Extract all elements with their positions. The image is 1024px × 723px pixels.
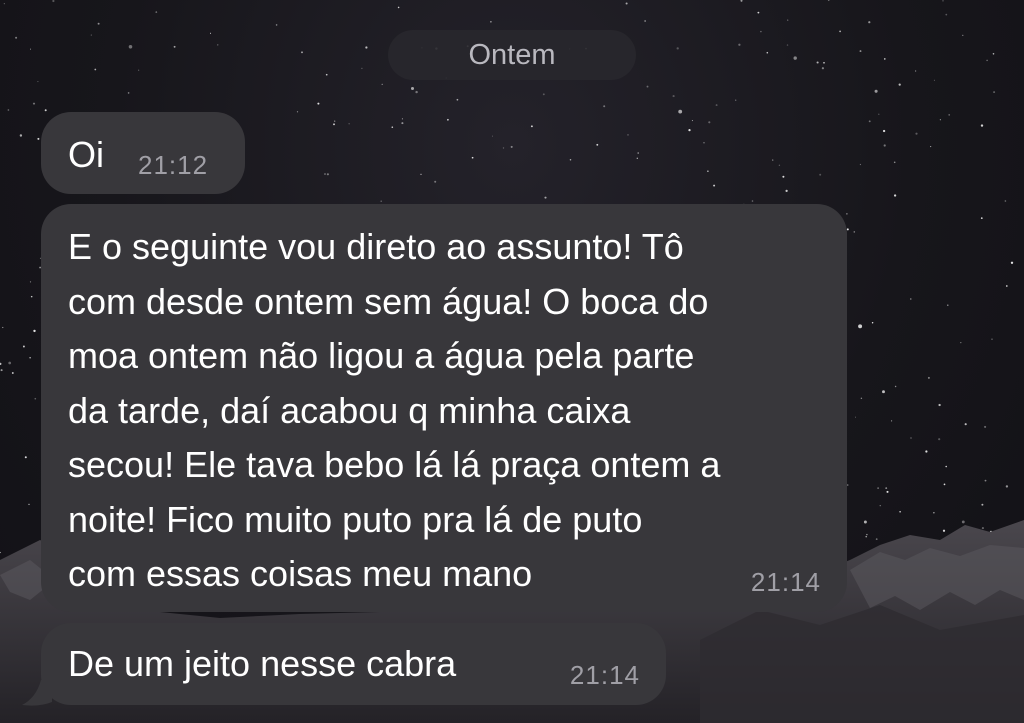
message-time: 21:12 bbox=[138, 150, 209, 180]
message-bubble[interactable]: Oi 21:12 bbox=[41, 112, 245, 194]
chat-screen: Ontem Oi 21:12 E o seguinte vou direto a… bbox=[0, 0, 1024, 723]
message-bubble[interactable]: E o seguinte vou direto ao assunto! Tô c… bbox=[41, 204, 847, 612]
message-text: De um jeito nesse cabra bbox=[68, 643, 457, 684]
bubble-tail-icon bbox=[22, 680, 52, 706]
message-time: 21:14 bbox=[569, 660, 640, 690]
message-time: 21:14 bbox=[750, 567, 821, 597]
date-separator: Ontem bbox=[388, 30, 636, 80]
message-bubble[interactable]: De um jeito nesse cabra 21:14 bbox=[41, 623, 666, 705]
message-text: E o seguinte vou direto ao assunto! Tô c… bbox=[68, 226, 721, 594]
message-text: Oi bbox=[68, 134, 104, 175]
